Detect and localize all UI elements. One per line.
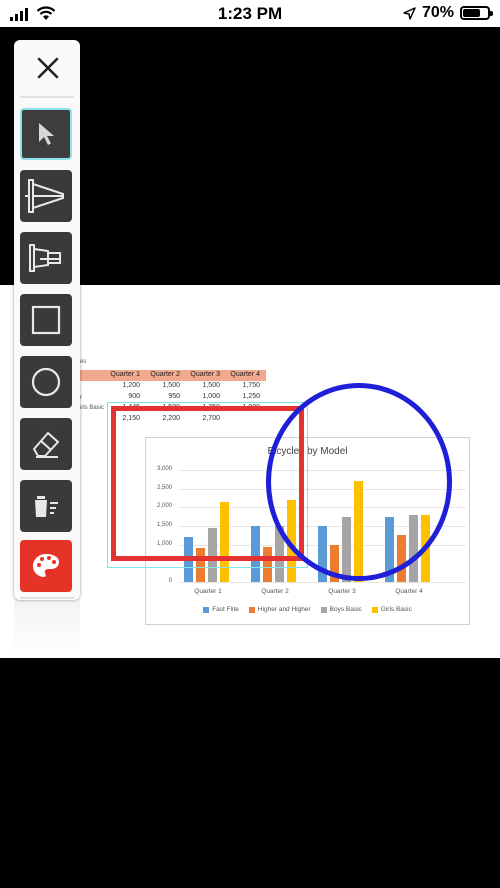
battery-percent: 70% [421,4,454,21]
rectangle-tool-button[interactable] [20,294,72,346]
legend-item: Higher and Higher [248,606,311,613]
toolbar-extension [14,598,80,658]
legend-swatch [203,606,210,613]
legend-label: Boys Basic [329,606,362,613]
legend-swatch [320,606,327,613]
status-bar: 1:23 PM 70% [0,0,500,27]
y-tick-label: 0 [168,578,172,584]
laser-pointer-icon [25,179,64,213]
legend-label: Higher and Higher [257,606,311,613]
palette-icon [33,554,59,577]
table-cell: 1,750 [242,382,260,389]
battery-fill [463,9,480,17]
clear-all-tool-button[interactable] [20,480,72,532]
legend-item: Fast Flite [203,606,239,613]
circle-annotation[interactable] [266,383,452,581]
legend-label: Girls Basic [380,606,412,613]
highlighter-tool-button[interactable] [20,232,72,284]
location-arrow-icon [403,6,416,20]
table-row: 1,200 1,500 1,500 1,750 [100,382,260,393]
x-category-label: Quarter 2 [261,588,289,595]
trash-icon [35,496,58,517]
x-category-label: Quarter 4 [395,588,423,595]
table-label: es [80,359,87,365]
legend-label: Fast Flite [212,606,239,613]
legend-swatch [371,606,378,613]
table-cell: 1,500 [162,382,180,389]
legend-swatch [248,606,255,613]
cursor-arrow-icon [39,123,54,145]
table-cell: 1,500 [202,382,220,389]
eraser-tool-button[interactable] [20,418,72,470]
highlighter-icon [29,244,61,272]
annotation-toolbar [14,40,80,600]
pointer-tool-button[interactable] [20,108,72,160]
table-cell: 1,200 [122,382,140,389]
status-right: 70% [403,4,493,22]
table-header-cell: Quarter 4 [230,371,260,378]
x-category-label: Quarter 3 [328,588,356,595]
eraser-icon [32,431,60,458]
chart-gridline [178,582,466,583]
table-label: r [80,395,82,401]
toolbar-divider [20,597,74,599]
table-header-cell: Quarter 1 [110,371,140,378]
rectangle-icon [31,305,61,335]
chart-legend: Fast Flite Higher and Higher Boys Basic Gir… [146,606,469,613]
laser-pointer-tool-button[interactable] [20,170,72,222]
legend-item: Girls Basic [371,606,412,613]
circle-tool-button[interactable] [20,356,72,408]
color-palette-button[interactable] [20,540,72,592]
legend-item: Boys Basic [320,606,362,613]
close-icon[interactable] [34,54,62,82]
table-header: Quarter 1 Quarter 2 Quarter 3 Quarter 4 [100,371,260,382]
x-category-label: Quarter 1 [194,588,222,595]
battery-icon [460,6,493,20]
toolbar-divider [20,96,74,98]
table-header-cell: Quarter 2 [150,371,180,378]
table-header-cell: Quarter 3 [190,371,220,378]
circle-icon [31,367,61,397]
